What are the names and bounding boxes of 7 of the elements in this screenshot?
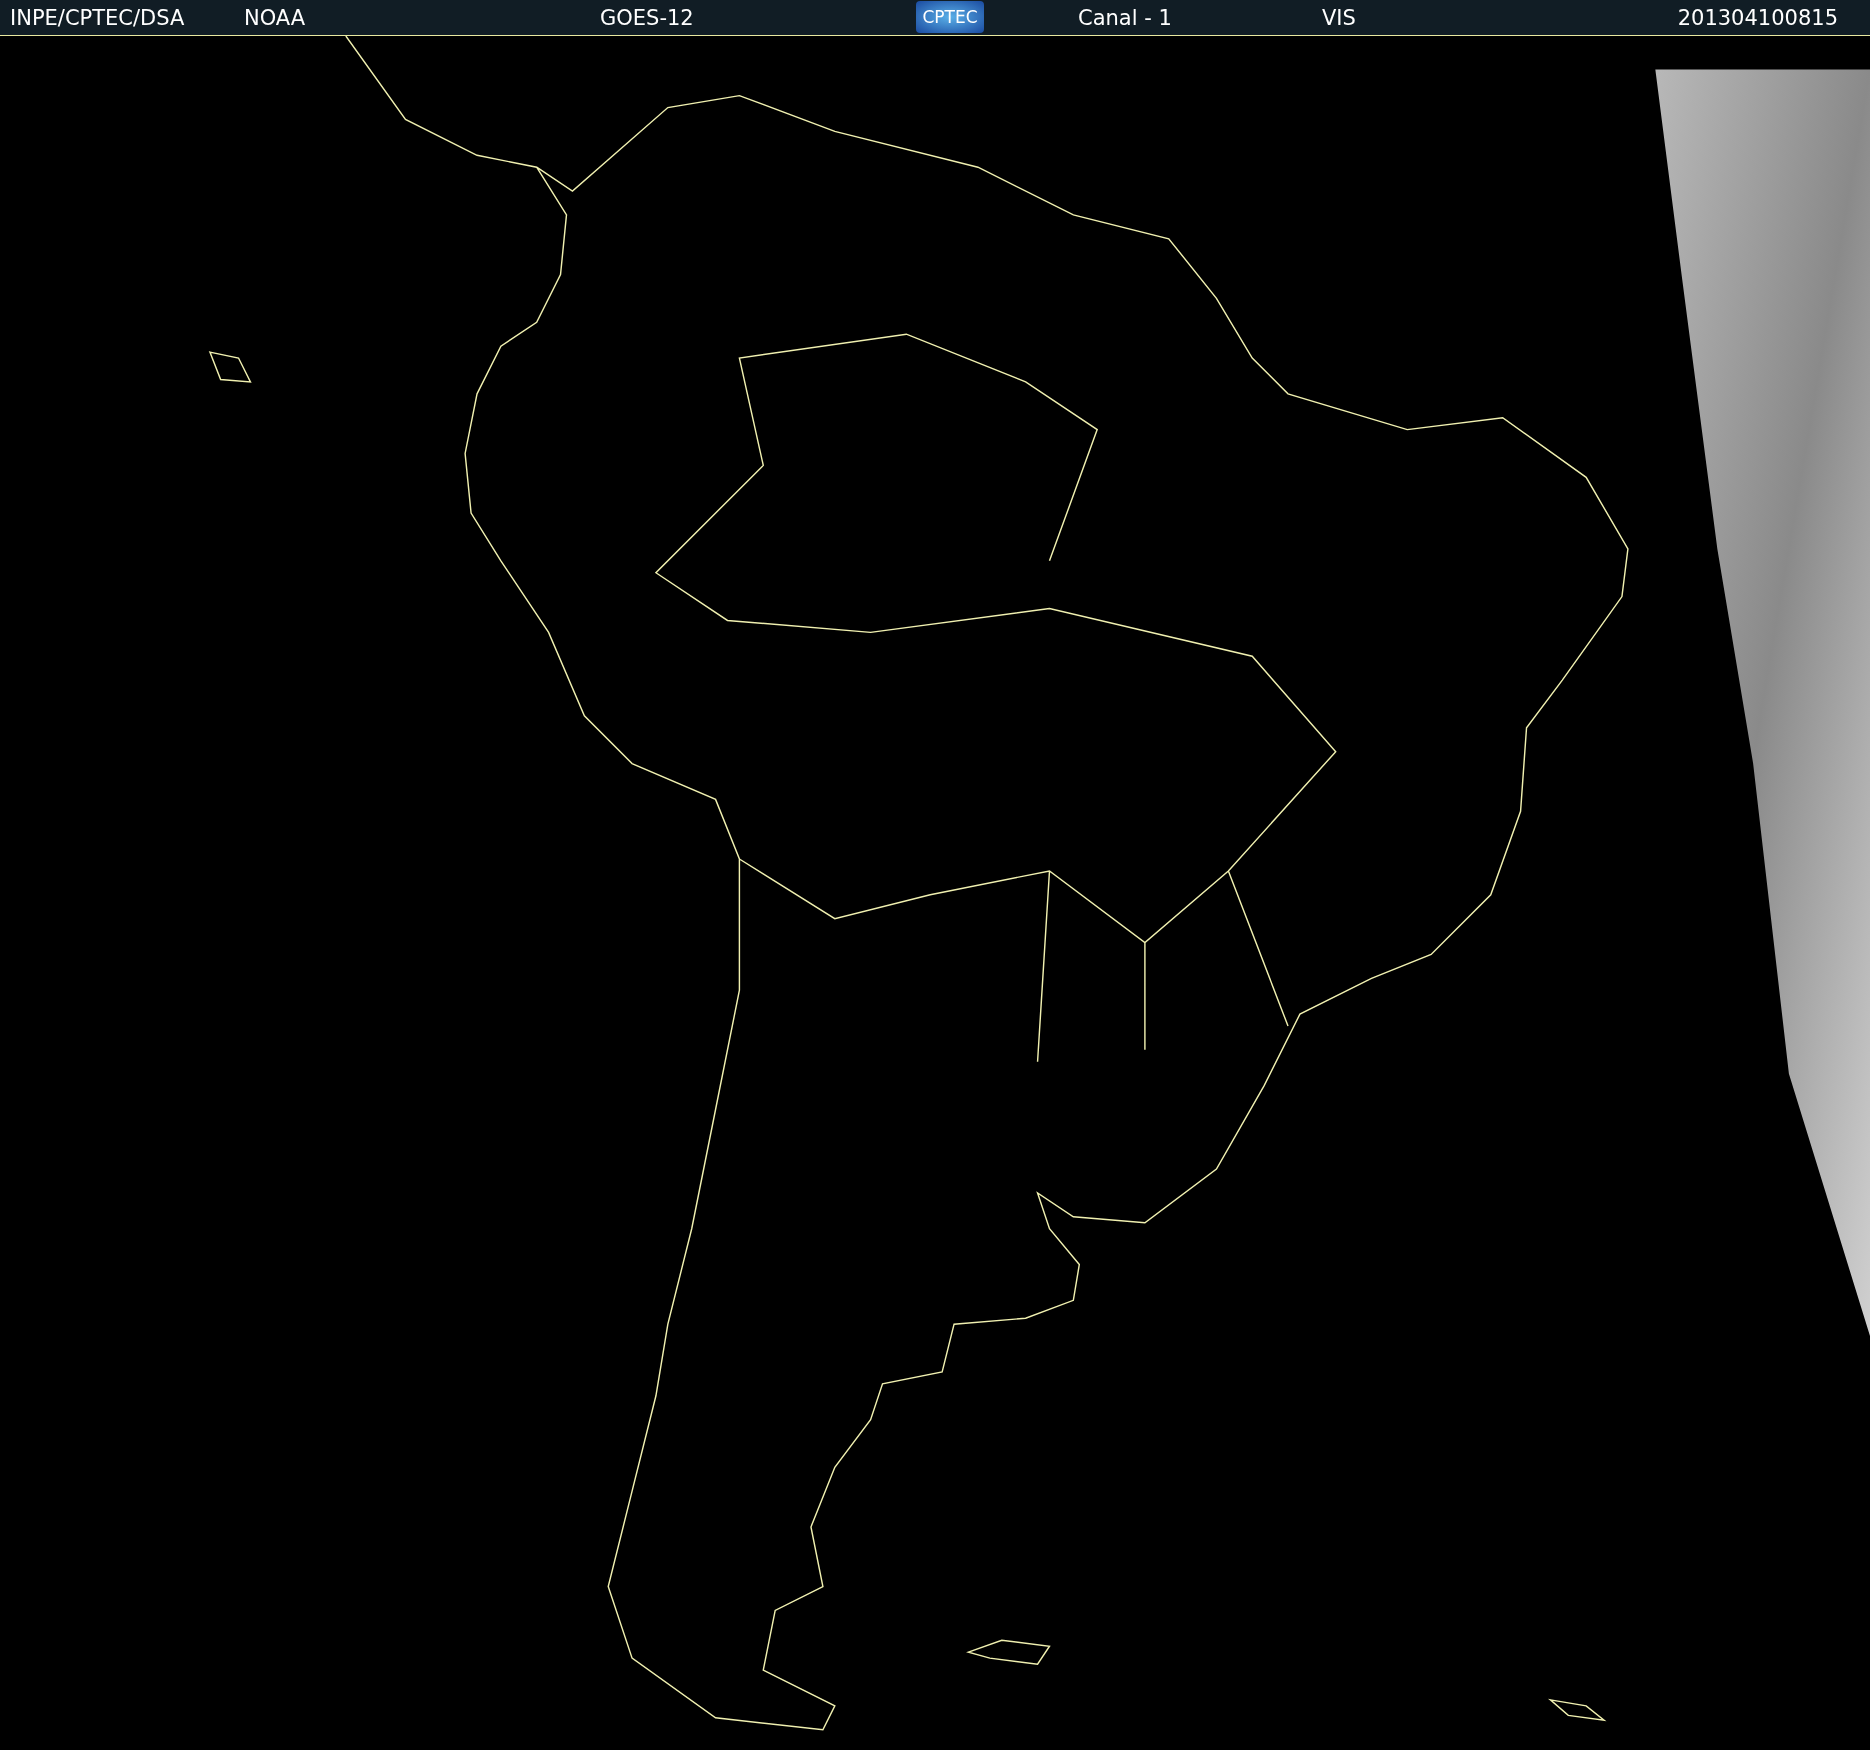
header-label: INPE/CPTEC/DSA xyxy=(10,6,185,30)
header-label: NOAA xyxy=(244,6,306,30)
header-label: GOES-12 xyxy=(600,6,694,30)
timestamp: 201304100815 xyxy=(1677,6,1838,30)
logo: CPTEC xyxy=(916,1,984,33)
header-label: VIS xyxy=(1322,6,1356,30)
header-label: Canal - 1 xyxy=(1078,6,1172,30)
